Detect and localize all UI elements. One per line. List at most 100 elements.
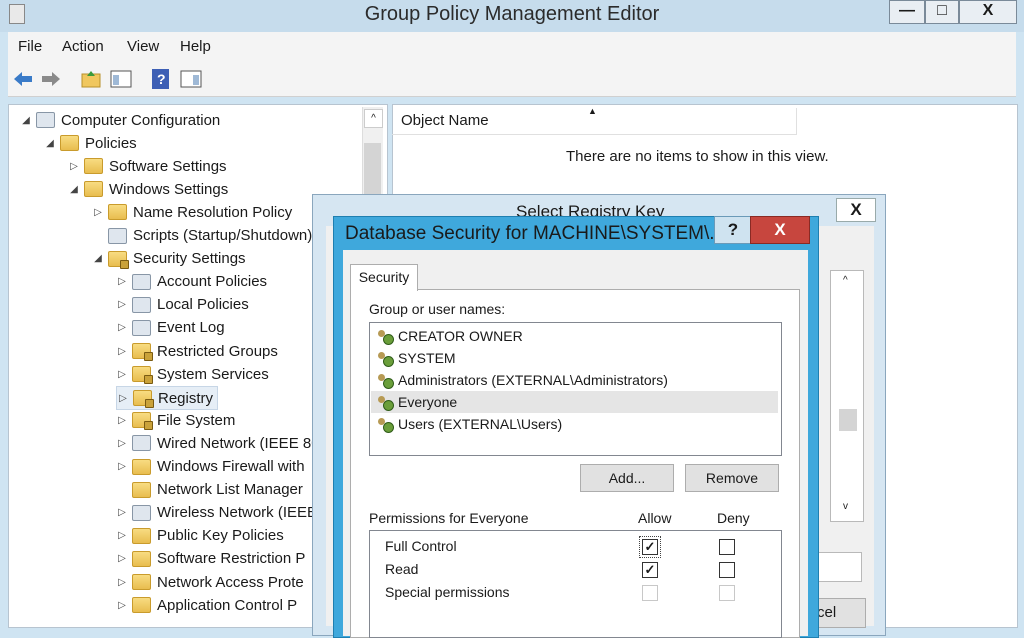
expand-toggle-icon[interactable]: ▷ [116,346,128,357]
expand-toggle-icon[interactable]: ◢ [44,138,56,149]
expand-toggle-icon[interactable]: ▷ [116,553,128,564]
deny-checkbox[interactable] [719,539,735,555]
deny-checkbox[interactable] [719,562,735,578]
expand-toggle-icon[interactable]: ▷ [116,438,128,449]
tree-node-label: Security Settings [133,250,246,268]
expand-toggle-icon[interactable]: ▷ [116,600,128,611]
tree-node[interactable]: ◢ Security Settings [92,248,246,270]
tree-node-label: Public Key Policies [157,527,284,545]
expand-toggle-icon[interactable]: ▷ [116,577,128,588]
tree-node[interactable]: ▷ Software Settings [68,155,227,177]
tree-node[interactable]: ◢ Policies [44,132,137,154]
tree-node-label: Event Log [157,319,225,337]
tree-node[interactable]: ▷ Software Restriction P [116,548,305,570]
tree-node-label: Windows Settings [109,180,229,198]
registry-path-field[interactable] [818,552,862,582]
tree-node[interactable]: ▷ Registry [116,386,219,411]
empty-view-message: There are no items to show in this view. [566,148,829,165]
user-list-item[interactable]: SYSTEM [371,347,778,369]
permission-label: Special permissions [385,584,510,600]
tree-node[interactable]: ◢ Computer Configuration [20,109,220,131]
locked-folder-icon [133,390,154,409]
tree-node-label: Software Settings [109,157,227,175]
user-list-item[interactable]: CREATOR OWNER [371,325,778,347]
folder-icon [132,458,151,475]
tree-node-label: Scripts (Startup/Shutdown) [133,227,313,244]
expand-toggle-icon[interactable]: ▷ [116,322,128,333]
column-object-name[interactable]: Object Name [401,112,489,129]
policy-icon [132,504,151,521]
maximize-button[interactable]: □ [925,0,959,24]
scroll-up-arrow-icon[interactable]: ^ [364,109,383,128]
deny-checkbox[interactable] [719,585,735,601]
user-list-item[interactable]: Users (EXTERNAL\Users) [371,413,778,435]
tree-node[interactable]: ▷ File System [116,409,235,431]
expand-toggle-icon[interactable]: ▷ [116,276,128,287]
registry-scroll-down-icon[interactable]: v [843,501,848,512]
folder-icon [108,204,127,221]
allow-checkbox[interactable]: ✓ [639,536,661,558]
tree-node-label: Restricted Groups [157,342,278,360]
tree-node[interactable]: ▷ Wireless Network (IEEE [116,502,317,524]
tree-node-label: Computer Configuration [61,111,221,129]
folder-icon [132,597,151,614]
expand-toggle-icon[interactable]: ◢ [68,184,80,195]
tree-node[interactable]: ▷ Wired Network (IEEE 802.3) [116,432,345,454]
tree-node[interactable]: ▷ Application Control P [116,594,297,616]
add-button[interactable]: Add... [580,464,674,492]
remove-button[interactable]: Remove [685,464,779,492]
user-list-item[interactable]: Everyone [371,391,778,413]
tree-node[interactable]: ◢ Windows Settings [68,178,228,200]
tree-node[interactable]: ▷ Public Key Policies [116,525,284,547]
tree-node[interactable]: ▷ Account Policies [116,271,267,293]
expand-toggle-icon[interactable]: ▷ [68,161,80,172]
user-name-label: SYSTEM [398,350,456,366]
tree-node[interactable]: ▷ Network Access Prote [116,571,304,593]
expand-toggle-icon[interactable]: ▷ [116,299,128,310]
tree-node-label: Network List Manager [157,481,303,499]
help-button[interactable]: ? [714,216,752,244]
tab-security[interactable]: Security [350,264,418,291]
expand-toggle-icon[interactable]: ◢ [20,115,32,126]
tree-node[interactable]: ▷ Restricted Groups [116,340,278,362]
minimize-button[interactable]: — [889,0,925,24]
folder-icon [84,181,103,198]
close-button[interactable]: X [959,0,1017,24]
expand-toggle-icon[interactable]: ▷ [116,461,128,472]
tree-node[interactable]: ▷ System Services [116,363,269,385]
policy-icon [132,435,151,452]
column-header[interactable]: Object Name ▲ [392,106,797,135]
group-names-label: Group or user names: [369,301,506,317]
tree-node-label: Network Access Prote [157,573,304,591]
registry-dialog-close-button[interactable]: X [836,198,876,222]
tree-node[interactable]: ▷ Local Policies [116,294,249,316]
allow-checkbox[interactable] [642,585,658,601]
allow-column-header: Allow [638,510,672,526]
expand-toggle-icon[interactable]: ▷ [116,415,128,426]
tree-node[interactable]: ▷ Windows Firewall with [116,456,304,478]
tree-node-label: Wireless Network (IEEE [157,504,318,522]
allow-checkbox[interactable]: ✓ [642,562,658,578]
registry-scroll-up-icon[interactable]: ^ [843,275,848,286]
expand-toggle-icon[interactable]: ▷ [116,530,128,541]
user-list-item[interactable]: Administrators (EXTERNAL\Administrators) [371,369,778,391]
expand-toggle-icon[interactable]: ▷ [116,507,128,518]
security-dialog-close-button[interactable]: X [750,216,810,244]
expand-toggle-icon[interactable]: ▷ [92,207,104,218]
policy-icon [132,273,151,290]
folder-icon [60,135,79,152]
tree-node-label: Name Resolution Policy [133,203,293,221]
folder-icon [132,574,151,590]
tree-node-label: Account Policies [157,273,268,291]
user-name-label: Administrators (EXTERNAL\Administrators) [398,372,668,388]
expand-toggle-icon[interactable]: ▷ [117,393,129,404]
tree-node[interactable]: ▷ Event Log [116,317,225,339]
expand-toggle-icon[interactable]: ◢ [92,253,104,264]
tree-node[interactable]: Network List Manager [116,479,303,501]
registry-scroll-thumb[interactable] [839,409,857,431]
tree-node[interactable]: Scripts (Startup/Shutdown) [92,225,312,247]
tree-node-label: Application Control P [157,596,298,614]
expand-toggle-icon[interactable]: ▷ [116,369,128,380]
registry-tree-list[interactable]: ^ v [830,270,864,522]
tree-node[interactable]: ▷ Name Resolution Policy [92,201,292,223]
